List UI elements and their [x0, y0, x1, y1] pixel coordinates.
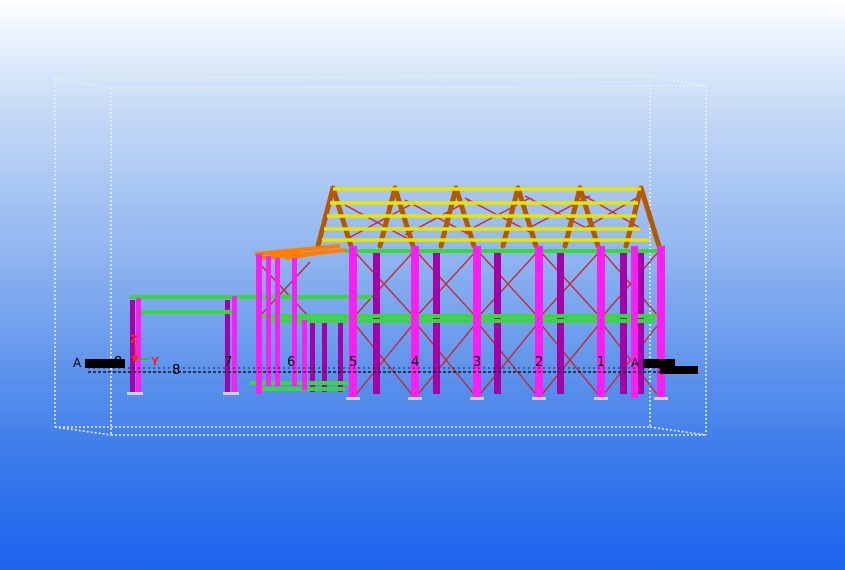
- bbox-edge: [54, 426, 112, 436]
- grid-label-6: 6: [287, 355, 295, 370]
- grid-label-4: 4: [411, 355, 419, 370]
- 3d-model-viewport[interactable]: A A 8 8 7 6 5 4 3 2 1 Z Y: [0, 0, 845, 570]
- column: [232, 296, 237, 392]
- bbox-edge: [54, 75, 651, 79]
- grid-label-3: 3: [473, 355, 481, 370]
- column: [631, 246, 638, 398]
- column: [275, 258, 280, 386]
- grid-label-1: 1: [597, 355, 605, 370]
- roof-purlins: [322, 187, 650, 242]
- grid-label-2: 2: [535, 355, 543, 370]
- column: [266, 256, 271, 386]
- grid-label-8: 8: [114, 355, 122, 370]
- bbox-edge: [110, 85, 707, 89]
- base-plate: [594, 397, 608, 400]
- column: [349, 246, 357, 398]
- structural-model-scene[interactable]: A A 8 8 7 6 5 4 3 2 1 Z Y: [0, 0, 845, 570]
- grid-label-left: A: [73, 356, 82, 370]
- column: [256, 254, 262, 394]
- column: [473, 246, 481, 398]
- base-plate: [223, 392, 239, 395]
- base-plate: [654, 397, 668, 400]
- bounding-box: [54, 75, 707, 436]
- column: [657, 246, 665, 398]
- base-plate: [470, 397, 484, 400]
- column: [535, 246, 543, 398]
- grid-label-7: 7: [224, 355, 232, 370]
- bbox-edge: [649, 75, 707, 87]
- z-axis-label: Z: [130, 333, 138, 346]
- bbox-edge: [649, 426, 707, 436]
- base-plate: [408, 397, 422, 400]
- bbox-edge: [54, 77, 112, 89]
- base-plate: [532, 397, 546, 400]
- grid-label-8b: 8: [172, 363, 180, 378]
- column: [597, 246, 605, 398]
- column: [302, 320, 307, 390]
- base-plates: [127, 392, 668, 400]
- grid-label-right: A: [631, 356, 640, 370]
- grid-label-5: 5: [349, 355, 357, 370]
- base-plate: [127, 392, 143, 395]
- column: [411, 246, 419, 398]
- y-axis-label: Y: [150, 355, 160, 368]
- grid-label-cluster: [660, 366, 698, 374]
- base-plate: [346, 397, 360, 400]
